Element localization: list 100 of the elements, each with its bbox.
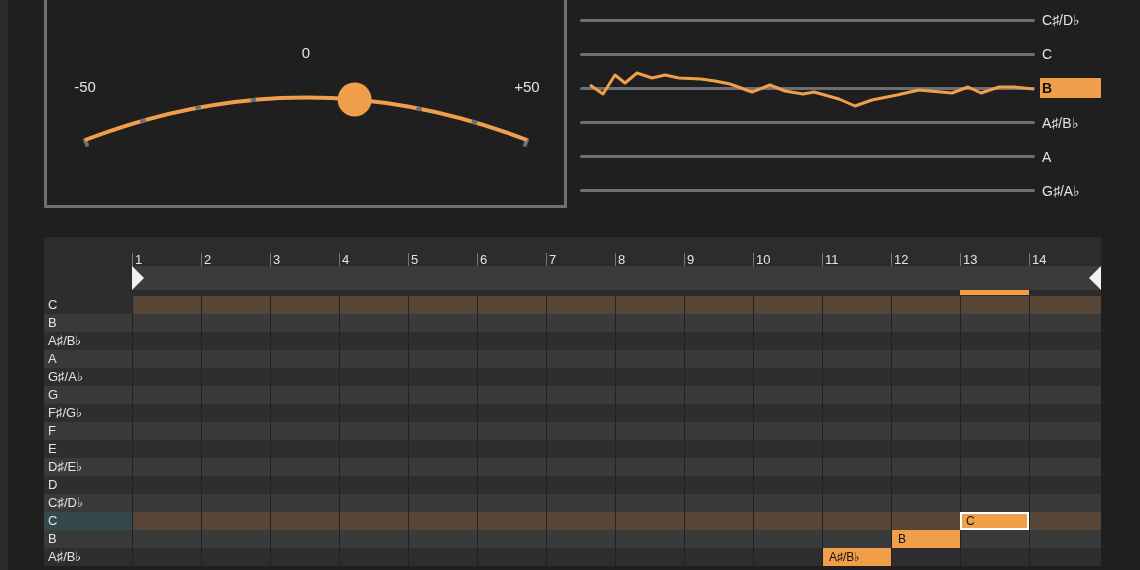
grid-cell[interactable]	[1029, 494, 1101, 512]
grid-cell[interactable]	[891, 458, 960, 476]
grid-cell[interactable]	[270, 422, 339, 440]
grid-cell[interactable]	[891, 494, 960, 512]
grid-cell[interactable]	[822, 314, 891, 332]
grid-cell[interactable]	[1029, 314, 1101, 332]
grid-cell[interactable]	[753, 314, 822, 332]
start-marker-icon[interactable]	[132, 266, 144, 290]
grid-cell[interactable]	[132, 350, 201, 368]
grid-cell[interactable]	[822, 512, 891, 530]
grid-cell[interactable]	[408, 422, 477, 440]
grid-cell[interactable]	[684, 530, 753, 548]
grid-cell[interactable]	[822, 296, 891, 314]
row-label[interactable]: C♯/D♭	[44, 494, 132, 512]
grid-cell[interactable]	[1029, 530, 1101, 548]
grid-cell[interactable]	[822, 494, 891, 512]
grid-cell[interactable]	[684, 296, 753, 314]
grid-cell[interactable]	[822, 422, 891, 440]
grid-cell[interactable]	[477, 530, 546, 548]
grid-cell[interactable]	[408, 512, 477, 530]
grid-cell[interactable]	[960, 350, 1029, 368]
grid-cell[interactable]	[615, 296, 684, 314]
grid-cell[interactable]	[1029, 350, 1101, 368]
grid-cell[interactable]	[132, 422, 201, 440]
grid-cell[interactable]	[132, 530, 201, 548]
grid-cell[interactable]	[753, 512, 822, 530]
row-label[interactable]: D♯/E♭	[44, 458, 132, 476]
grid-cell[interactable]	[960, 458, 1029, 476]
grid-cell[interactable]	[891, 350, 960, 368]
row-label[interactable]: B	[44, 314, 132, 332]
grid-cell[interactable]	[684, 494, 753, 512]
grid-cell[interactable]	[753, 296, 822, 314]
grid-cell[interactable]	[339, 530, 408, 548]
grid-cell[interactable]	[132, 494, 201, 512]
grid-cell[interactable]	[546, 296, 615, 314]
grid-cell[interactable]	[132, 512, 201, 530]
grid-cell[interactable]	[132, 458, 201, 476]
grid-cell[interactable]	[891, 314, 960, 332]
grid-cell[interactable]	[1029, 512, 1101, 530]
grid-cell[interactable]	[891, 512, 960, 530]
grid-cell[interactable]	[408, 458, 477, 476]
grid-cell[interactable]	[615, 530, 684, 548]
grid-cell[interactable]	[891, 296, 960, 314]
grid-cell[interactable]	[960, 530, 1029, 548]
grid-cell[interactable]	[339, 386, 408, 404]
grid-cell[interactable]	[546, 314, 615, 332]
grid-cell[interactable]	[753, 386, 822, 404]
grid-cell[interactable]	[339, 494, 408, 512]
grid-cell[interactable]	[615, 314, 684, 332]
row-label[interactable]: C	[44, 512, 132, 530]
grid-cell[interactable]	[546, 494, 615, 512]
grid-cell[interactable]	[339, 296, 408, 314]
grid-cell[interactable]	[201, 422, 270, 440]
grid-cell[interactable]	[1029, 386, 1101, 404]
grid-cell[interactable]	[753, 458, 822, 476]
grid-cell[interactable]	[408, 386, 477, 404]
grid-cell[interactable]	[615, 350, 684, 368]
grid-cell[interactable]	[339, 422, 408, 440]
grid-cell[interactable]	[1029, 458, 1101, 476]
grid-cell[interactable]	[753, 530, 822, 548]
grid-cell[interactable]	[546, 422, 615, 440]
grid-cell[interactable]	[339, 314, 408, 332]
row-label[interactable]: F	[44, 422, 132, 440]
row-label[interactable]: B	[44, 530, 132, 548]
grid-cell[interactable]	[132, 296, 201, 314]
grid-cell[interactable]	[408, 296, 477, 314]
grid-cell[interactable]	[960, 296, 1029, 314]
grid-cell[interactable]	[201, 386, 270, 404]
grid-cell[interactable]	[201, 296, 270, 314]
grid-cell[interactable]	[684, 386, 753, 404]
grid-cell[interactable]	[477, 422, 546, 440]
grid-cell[interactable]	[132, 386, 201, 404]
grid-cell[interactable]	[960, 386, 1029, 404]
grid-cell[interactable]	[477, 314, 546, 332]
grid-cell[interactable]	[1029, 422, 1101, 440]
grid-cell[interactable]	[201, 512, 270, 530]
grid-cell[interactable]	[477, 386, 546, 404]
grid-cell[interactable]	[270, 296, 339, 314]
grid-cell[interactable]	[339, 350, 408, 368]
grid-cell[interactable]	[201, 458, 270, 476]
grid-cell[interactable]	[477, 458, 546, 476]
grid-cell[interactable]	[891, 422, 960, 440]
loop-marker[interactable]	[960, 290, 1029, 295]
grid-cell[interactable]	[615, 422, 684, 440]
row-label[interactable]: G	[44, 386, 132, 404]
grid-cell[interactable]	[270, 530, 339, 548]
grid-cell[interactable]	[408, 314, 477, 332]
grid-cell[interactable]	[753, 350, 822, 368]
grid-cell[interactable]	[546, 458, 615, 476]
grid-cell[interactable]	[615, 494, 684, 512]
grid-cell[interactable]	[477, 494, 546, 512]
grid-cell[interactable]	[270, 386, 339, 404]
row-label[interactable]: A	[44, 350, 132, 368]
grid-cell[interactable]	[1029, 296, 1101, 314]
grid-cell[interactable]	[270, 350, 339, 368]
grid-cell[interactable]	[546, 350, 615, 368]
grid-cell[interactable]	[201, 350, 270, 368]
grid-cell[interactable]	[408, 350, 477, 368]
grid-cell[interactable]	[408, 530, 477, 548]
grid-cell[interactable]	[546, 512, 615, 530]
